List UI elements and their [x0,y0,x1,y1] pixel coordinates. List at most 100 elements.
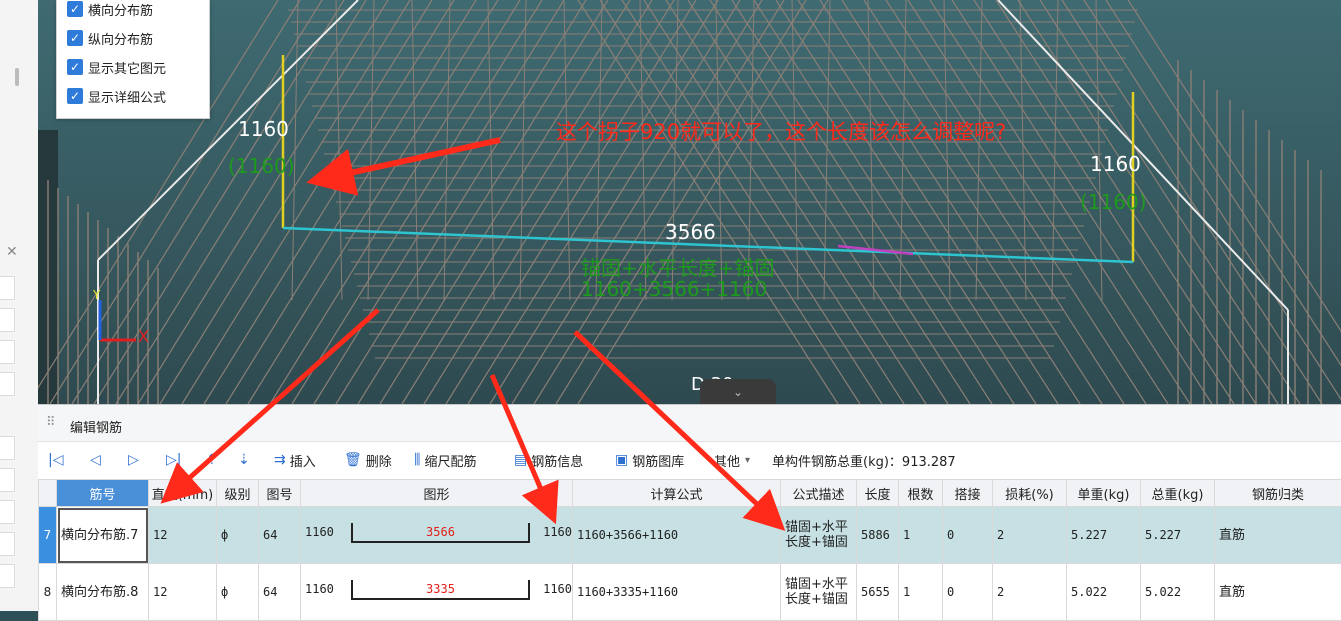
cell-total-weight[interactable]: 5.227 [1141,507,1215,564]
move-down-button[interactable]: ⇣ [238,450,250,470]
cell-length[interactable]: 5886 [857,507,899,564]
cell-category[interactable]: 直筋 [1215,564,1341,621]
cell-shape[interactable]: 1160 3566 1160 [301,507,573,564]
left-length-green-label: (1160) [228,154,295,178]
left-list-cell[interactable] [0,468,15,492]
checkbox-horizontal-rebar[interactable]: ✓ 横向分布筋 [67,0,153,20]
table-header-row: 筋号 直径(mm) 级别 图号 图形 计算公式 公式描述 长度 根数 搭接 损耗… [39,480,1341,507]
collapse-handle[interactable]: ⌄ [700,379,776,404]
insert-icon: ⇉ [274,452,286,468]
column-header[interactable]: 钢筋归类 [1215,480,1341,507]
drag-grip-icon[interactable]: ⠿ [46,415,56,430]
left-list-cell[interactable] [0,276,15,300]
table-row[interactable]: 7 横向分布筋.7 12 ф 64 1160 3566 1160 1160+35… [39,507,1341,564]
column-header[interactable]: 长度 [857,480,899,507]
cell-shape[interactable]: 1160 3335 1160 [301,564,573,621]
other-menu-button[interactable]: 其他▾ [714,450,750,470]
left-list-cell[interactable] [0,500,15,524]
checkbox-show-other[interactable]: ✓ 显示其它图元 [67,56,166,78]
cell-unit-weight[interactable]: 5.227 [1067,507,1141,564]
3d-viewport[interactable]: 1160 (1160) 1160 (1160) 3566 锚固+水平长度+锚固 … [38,0,1341,404]
rebar-info-label: 钢筋信息 [531,451,583,470]
left-list-cell[interactable] [0,436,15,460]
edit-rebar-panel: ⠿ 编辑钢筋 |◁ ◁ ▷ ▷| ⇡ ⇣ ⇉插入 🗑删除 ⫼缩尺配筋 ▤钢筋信息… [38,404,1341,612]
column-header[interactable]: 根数 [899,480,943,507]
checkbox-vertical-rebar[interactable]: ✓ 纵向分布筋 [67,27,153,49]
cell-lap[interactable]: 0 [943,507,993,564]
checkbox-label: 显示其它图元 [88,58,166,77]
checkbox-label: 纵向分布筋 [88,29,153,48]
right-length-green-label: (1160) [1080,190,1147,214]
next-record-button[interactable]: ▷ [128,450,139,470]
scale-rebar-button[interactable]: ⫼缩尺配筋 [414,450,476,470]
row-number: 7 [39,507,57,564]
cell-total-weight[interactable]: 5.022 [1141,564,1215,621]
cell-diameter[interactable]: 12 [149,507,217,564]
cell-length[interactable]: 5655 [857,564,899,621]
cell-name[interactable]: 横向分布筋.8 [57,564,149,621]
checkbox-checked-icon: ✓ [67,59,83,75]
close-icon[interactable]: ✕ [6,244,18,260]
cell-desc[interactable]: 锚固+水平长度+锚固 [781,507,857,564]
column-header[interactable]: 图形 [301,480,573,507]
left-scrollbar[interactable] [15,68,19,86]
shape-right-value: 1160 [543,582,572,596]
left-list-cell[interactable] [0,308,15,332]
rebar-info-button[interactable]: ▤钢筋信息 [514,450,583,470]
checkbox-label: 显示详细公式 [88,87,166,106]
column-header[interactable]: 图号 [259,480,301,507]
left-list-cell[interactable] [0,532,15,556]
next-icon: ▷ [128,452,139,468]
column-header[interactable]: 损耗(%) [993,480,1067,507]
cell-loss[interactable]: 2 [993,564,1067,621]
cell-count[interactable]: 1 [899,507,943,564]
move-up-button[interactable]: ⇡ [206,450,218,470]
display-options-panel: ✓ 横向分布筋 ✓ 纵向分布筋 ✓ 显示其它图元 ✓ 显示详细公式 [56,0,210,119]
mesh-line [368,0,374,300]
axis-x-label: X [138,327,149,346]
mesh-line [1052,0,1058,300]
column-header[interactable]: 筋号 [57,480,149,507]
checkbox-checked-icon: ✓ [67,30,83,46]
total-weight-label: 单构件钢筋总重(kg)：913.287 [772,450,956,470]
cell-category[interactable]: 直筋 [1215,507,1341,564]
cell-lap[interactable]: 0 [943,564,993,621]
cell-grade[interactable]: ф [217,507,259,564]
cell-unit-weight[interactable]: 5.022 [1067,564,1141,621]
column-header[interactable]: 总重(kg) [1141,480,1215,507]
left-length-label: 1160 [238,117,289,141]
left-list-cell[interactable] [0,372,15,396]
annotation-text: 这个拐子920就可以了，这个长度该怎么调整呢? [556,116,1006,146]
column-header[interactable]: 单重(kg) [1067,480,1141,507]
middle-length-label: 3566 [665,220,716,244]
left-list-cell[interactable] [0,564,15,588]
cell-formula[interactable]: 1160+3566+1160 [573,507,781,564]
cell-count[interactable]: 1 [899,564,943,621]
last-record-button[interactable]: ▷| [166,450,181,470]
cell-grade[interactable]: ф [217,564,259,621]
rebar-library-button[interactable]: ▣钢筋图库 [615,450,684,470]
column-header[interactable]: 直径(mm) [149,480,217,507]
cell-loss[interactable]: 2 [993,507,1067,564]
column-header[interactable]: 公式描述 [781,480,857,507]
prev-record-button[interactable]: ◁ [90,450,101,470]
move-down-icon: ⇣ [238,452,250,468]
mesh-line [292,0,298,300]
cell-formula[interactable]: 1160+3335+1160 [573,564,781,621]
cell-diameter[interactable]: 12 [149,564,217,621]
cell-shape-no[interactable]: 64 [259,564,301,621]
table-row[interactable]: 8 横向分布筋.8 12 ф 64 1160 3335 1160 1160+33… [39,564,1341,621]
cell-shape-no[interactable]: 64 [259,507,301,564]
cell-desc[interactable]: 锚固+水平长度+锚固 [781,564,857,621]
delete-button[interactable]: 🗑删除 [344,450,392,470]
first-record-button[interactable]: |◁ [48,450,63,470]
first-icon: |◁ [48,452,63,468]
column-header[interactable]: 计算公式 [573,480,781,507]
cell-name[interactable]: 横向分布筋.7 [57,507,149,564]
mesh-line [520,0,526,300]
column-header[interactable]: 搭接 [943,480,993,507]
left-list-cell[interactable] [0,340,15,364]
column-header[interactable]: 级别 [217,480,259,507]
checkbox-show-formula[interactable]: ✓ 显示详细公式 [67,85,166,107]
insert-button[interactable]: ⇉插入 [274,450,316,470]
